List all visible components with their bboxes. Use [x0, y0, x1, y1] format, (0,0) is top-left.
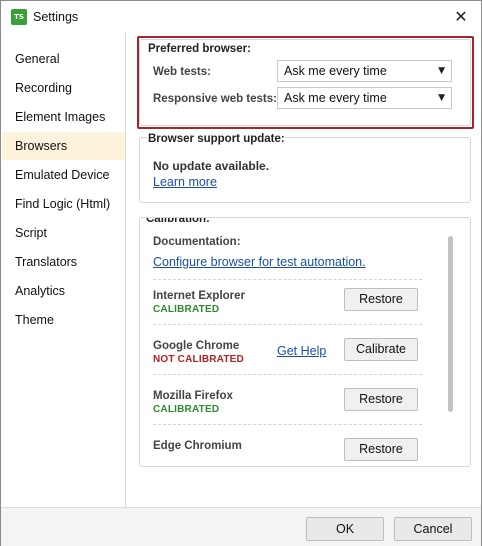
divider [153, 324, 422, 325]
status-badge-firefox: CALIBRATED [153, 404, 220, 415]
sidebar-item-element-images[interactable]: Element Images [2, 103, 125, 131]
configure-browser-link[interactable]: Configure browser for test automation. [153, 255, 366, 269]
window-title: Settings [33, 10, 79, 24]
close-icon[interactable]: ✕ [449, 5, 473, 29]
dialog-footer: OK Cancel [1, 507, 481, 546]
calibration-title: Calibration: [146, 218, 210, 225]
restore-button-firefox[interactable]: Restore [344, 388, 418, 411]
settings-window: TS Settings ✕ General Recording Element … [0, 0, 482, 546]
browser-support-update-group: Browser support update: No update availa… [139, 133, 471, 203]
responsive-web-tests-label: Responsive web tests: [153, 93, 277, 105]
responsive-web-tests-select[interactable]: Ask me every time ▼ [277, 87, 452, 109]
web-tests-select[interactable]: Ask me every time ▼ [277, 60, 452, 82]
cancel-button[interactable]: Cancel [394, 517, 472, 541]
preferred-browser-group: Preferred browser: Web tests: Ask me eve… [139, 39, 471, 126]
learn-more-link[interactable]: Learn more [153, 175, 217, 189]
dropdown-arrow-icon: ▼ [438, 93, 445, 103]
get-help-link[interactable]: Get Help [277, 344, 326, 358]
web-tests-value: Ask me every time [284, 64, 387, 78]
status-badge-ie: CALIBRATED [153, 304, 220, 315]
sidebar-item-theme[interactable]: Theme [2, 306, 125, 334]
title-bar: TS Settings ✕ [1, 1, 481, 33]
sidebar-item-recording[interactable]: Recording [2, 74, 125, 102]
browser-name-firefox: Mozilla Firefox [153, 390, 233, 402]
sidebar-item-browsers[interactable]: Browsers [2, 132, 125, 160]
app-logo-icon: TS [11, 9, 27, 25]
update-status-text: No update available. [153, 159, 270, 173]
settings-sidebar: General Recording Element Images Browser… [1, 33, 126, 507]
documentation-label: Documentation: [153, 236, 241, 248]
status-badge-chrome: NOT CALIBRATED [153, 354, 244, 365]
sidebar-item-translators[interactable]: Translators [2, 248, 125, 276]
sidebar-item-find-logic[interactable]: Find Logic (Html) [2, 190, 125, 218]
web-tests-label: Web tests: [153, 66, 211, 78]
browser-name-edge: Edge Chromium [153, 440, 242, 452]
sidebar-item-analytics[interactable]: Analytics [2, 277, 125, 305]
calibrate-button-chrome[interactable]: Calibrate [344, 338, 418, 361]
browser-support-update-title: Browser support update: [148, 133, 285, 145]
restore-button-ie[interactable]: Restore [344, 288, 418, 311]
ok-button[interactable]: OK [306, 517, 384, 541]
browser-name-chrome: Google Chrome [153, 340, 240, 352]
sidebar-item-general[interactable]: General [2, 45, 125, 73]
dropdown-arrow-icon: ▼ [438, 66, 445, 76]
calibration-scrollbar[interactable] [448, 236, 453, 412]
calibration-group: Calibration: Documentation: Configure br… [139, 217, 471, 467]
restore-button-edge[interactable]: Restore [344, 438, 418, 461]
divider [153, 424, 422, 425]
sidebar-item-emulated-device[interactable]: Emulated Device [2, 161, 125, 189]
responsive-web-tests-value: Ask me every time [284, 91, 387, 105]
sidebar-item-script[interactable]: Script [2, 219, 125, 247]
browser-name-ie: Internet Explorer [153, 290, 246, 302]
preferred-browser-title: Preferred browser: [148, 43, 251, 55]
divider [153, 279, 422, 280]
divider [153, 374, 422, 375]
